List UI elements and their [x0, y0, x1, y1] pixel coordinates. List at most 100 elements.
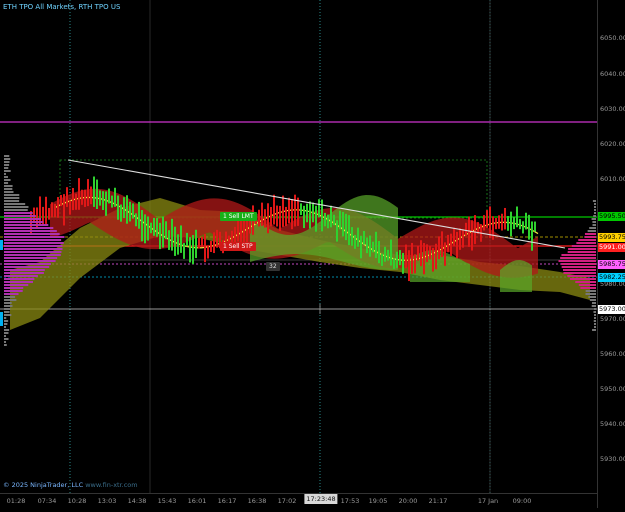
volume-profile-bar: [4, 218, 41, 220]
volume-profile-bar: [4, 182, 9, 184]
price-bar: [468, 216, 470, 247]
price-label: 6030.00: [600, 105, 625, 113]
price-bar: [519, 219, 521, 230]
price-bar: [495, 218, 497, 230]
volume-profile-bar: [4, 266, 50, 268]
volume-profile-bar: [594, 314, 596, 316]
volume-profile-bar: [594, 203, 596, 205]
volume-profile-bar: [4, 281, 33, 283]
volume-profile-bar: [593, 215, 596, 217]
volume-profile-bar: [591, 302, 596, 304]
price-bar: [381, 253, 383, 266]
price-bar: [111, 195, 113, 208]
price-bar: [165, 221, 167, 240]
price-bar: [411, 242, 413, 274]
volume-profile-bar: [4, 251, 62, 253]
volume-profile-bar: [563, 269, 596, 271]
volume-profile-bar: [587, 230, 596, 232]
time-axis[interactable]: [0, 493, 597, 509]
price-bar: [483, 215, 485, 231]
time-label: 14:38: [127, 497, 147, 505]
time-label: 17:53: [340, 497, 360, 505]
price-bar: [120, 204, 122, 222]
price-bar: [174, 226, 176, 256]
price-bar: [366, 237, 368, 254]
volume-profile-bar: [4, 323, 8, 325]
volume-profile-bar: [4, 332, 9, 334]
volume-profile-bar: [4, 242, 64, 244]
price-bar: [69, 200, 71, 215]
time-label: 10:28: [67, 497, 87, 505]
order-quantity[interactable]: 32: [266, 262, 280, 271]
price-bar: [177, 234, 179, 255]
price-bar: [108, 188, 110, 204]
volume-profile-bar: [580, 287, 596, 289]
volume-profile-bar: [4, 314, 12, 316]
price-bar: [153, 217, 155, 236]
volume-profile-bar: [567, 251, 596, 253]
price-bar: [330, 205, 332, 228]
price-bar: [441, 231, 443, 257]
volume-profile-bar: [591, 218, 596, 220]
volume-profile-bar: [594, 212, 596, 214]
volume-profile-bar: [4, 320, 9, 322]
price-bar: [225, 231, 227, 242]
price-label: 6050.00: [600, 34, 625, 42]
price-bar: [78, 178, 80, 210]
price-bar: [54, 203, 56, 218]
volume-profile-bar: [4, 308, 11, 310]
price-bar: [210, 240, 212, 253]
price-bar: [117, 195, 119, 220]
price-bar: [528, 214, 530, 240]
price-bar: [195, 229, 197, 259]
price-bar: [354, 234, 356, 249]
price-bar: [453, 227, 455, 247]
price-bar: [378, 241, 380, 264]
price-bar: [135, 213, 137, 227]
price-bar: [285, 206, 287, 227]
price-chart[interactable]: [0, 0, 625, 508]
price-bar: [531, 221, 533, 251]
price-bar: [66, 187, 68, 207]
price-bar: [156, 218, 158, 237]
price-bar: [498, 215, 500, 229]
volume-profile-bar: [4, 305, 13, 307]
price-bar: [99, 190, 101, 206]
price-bar: [96, 179, 98, 210]
time-label: 07:34: [37, 497, 57, 505]
volume-profile-bar: [584, 233, 596, 235]
price-bar: [459, 228, 461, 250]
price-bar: [486, 210, 488, 228]
price-bar: [276, 205, 278, 227]
price-bar: [513, 217, 515, 230]
volume-profile-bar: [4, 224, 49, 226]
volume-profile-bar: [4, 194, 20, 196]
price-bar: [267, 203, 269, 234]
price-bar: [288, 197, 290, 224]
price-bar: [474, 215, 476, 245]
volume-profile-bar: [589, 299, 596, 301]
chart-area[interactable]: [0, 0, 625, 508]
volume-profile-bar: [569, 278, 596, 280]
volume-profile-bar: [4, 170, 11, 172]
price-bar: [75, 193, 77, 210]
volume-profile-bar: [4, 269, 45, 271]
volume-profile-bar: [4, 158, 11, 160]
price-bar: [408, 250, 410, 282]
price-marker-tag: 5973.00: [598, 305, 625, 314]
sell-stop-order[interactable]: 1 Sell STP: [220, 242, 256, 251]
volume-profile-bar: [4, 236, 65, 238]
price-bar: [264, 209, 266, 228]
sell-limit-order[interactable]: 1 Sell LMT: [220, 212, 257, 221]
price-bar: [186, 232, 188, 247]
volume-profile-bar: [558, 260, 596, 262]
price-bar: [396, 251, 398, 268]
price-bar: [189, 237, 191, 263]
volume-profile-bar: [4, 230, 57, 232]
price-bar: [42, 206, 44, 226]
time-label: 21:17: [428, 497, 448, 505]
price-bar: [201, 236, 203, 248]
price-bar: [48, 207, 50, 220]
volume-profile-bar: [593, 311, 596, 313]
profile-marker: [0, 240, 3, 250]
